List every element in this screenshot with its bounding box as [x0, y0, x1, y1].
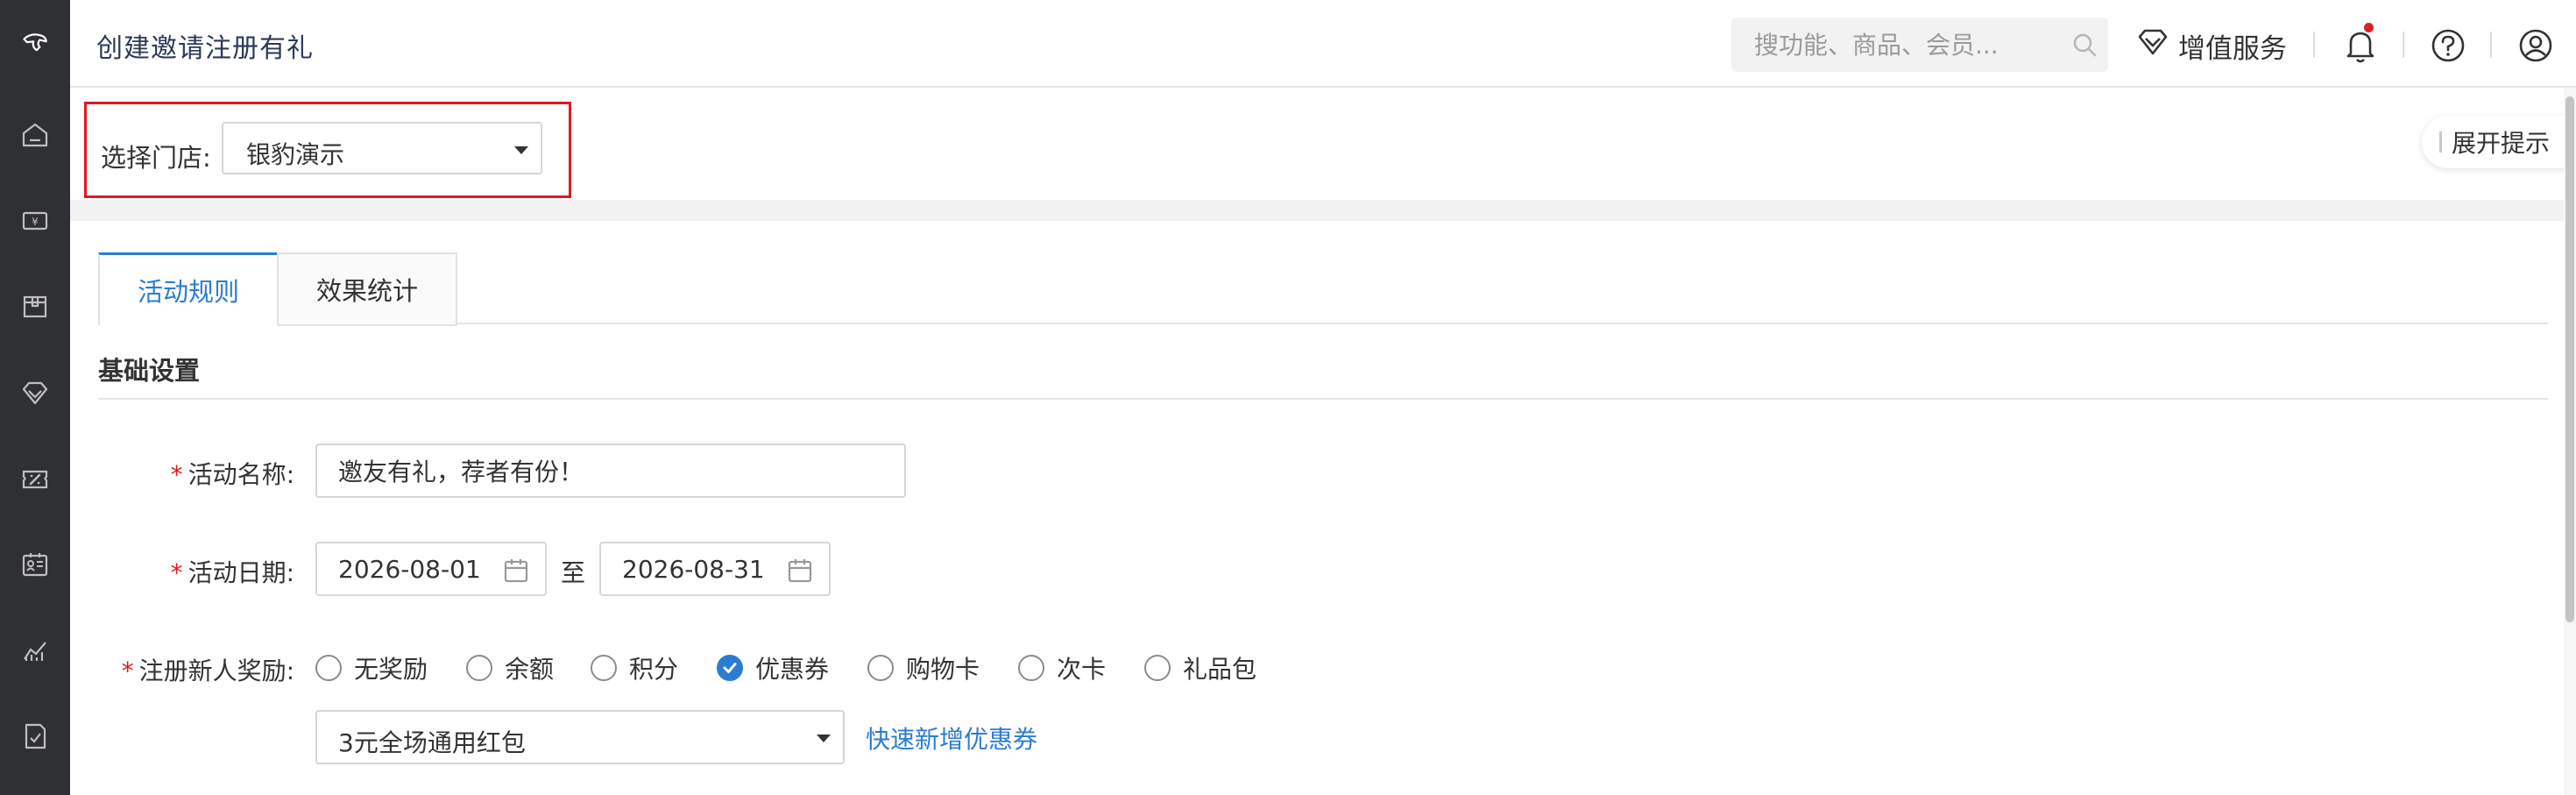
page-scrollbar[interactable] [2564, 88, 2576, 795]
store-selected-value: 银豹演示 [246, 140, 345, 169]
radio-times-card[interactable]: 次卡 [1018, 650, 1106, 685]
main-content: 活动规则 效果统计 基础设置 * 活动名称: 邀友有礼，荐者有份！ * 活动日期: … [70, 221, 2558, 795]
radio-points[interactable]: 积分 [591, 650, 678, 685]
expand-tips-label: 展开提示 [2452, 129, 2551, 158]
coupon-icon[interactable] [0, 444, 70, 514]
calendar-icon [788, 559, 812, 583]
tab-activity-rules[interactable]: 活动规则 [98, 252, 279, 326]
home-icon[interactable] [0, 100, 70, 170]
store-dropdown[interactable]: 银豹演示 [222, 122, 542, 174]
radio-circle [1018, 655, 1044, 681]
svg-text:¥: ¥ [32, 216, 39, 228]
activity-date-label: * 活动日期: [170, 558, 294, 587]
page-title: 创建邀请注册有礼 [96, 33, 314, 64]
store-label: 选择门店: [101, 143, 211, 173]
radio-shopping-card[interactable]: 购物卡 [867, 650, 980, 685]
box-icon[interactable] [0, 272, 70, 342]
activity-name-label: * 活动名称: [170, 460, 294, 489]
radio-balance[interactable]: 余额 [466, 650, 554, 685]
radio-circle [867, 655, 894, 681]
bell-icon[interactable] [2341, 23, 2380, 65]
value-service-label: 增值服务 [2178, 32, 2287, 65]
diamond-icon [2136, 27, 2169, 64]
app-root: ¥ 创建邀请注册有礼 搜功能、商品、会员... 增值服务 选择门店: 银豹演示 … [0, 0, 2576, 795]
radio-circle [315, 655, 342, 681]
member-card-icon[interactable] [0, 529, 70, 600]
end-date-value: 2026-08-31 [622, 554, 765, 584]
coupon-select[interactable]: 3元全场通用红包 [315, 710, 845, 764]
radio-coupon[interactable]: 优惠券 [717, 650, 829, 685]
sidebar: ¥ [0, 0, 70, 795]
radio-gift-pack[interactable]: 礼品包 [1144, 650, 1256, 685]
search-icon[interactable] [2060, 18, 2108, 72]
logo-icon[interactable] [0, 0, 70, 88]
end-date-input[interactable]: 2026-08-31 [599, 542, 831, 596]
radio-checked-icon [717, 655, 743, 681]
new-user-reward-label: * 注册新人奖励: [121, 657, 294, 685]
required-mark: * [170, 558, 183, 587]
header-divider [2313, 32, 2315, 58]
activity-name-input[interactable]: 邀友有礼，荐者有份！ [315, 444, 906, 498]
tips-handle-icon [2439, 131, 2442, 153]
store-selector: 选择门店: 银豹演示 [84, 102, 571, 198]
scrollbar-thumb[interactable] [2565, 96, 2574, 622]
cashier-icon[interactable]: ¥ [0, 186, 70, 256]
top-header: 创建邀请注册有礼 增值服务 [70, 0, 2576, 88]
quick-add-coupon-link[interactable]: 快速新增优惠券 [866, 720, 1037, 756]
required-mark: * [121, 657, 134, 685]
global-search[interactable] [1731, 18, 2108, 72]
value-service-button[interactable]: 增值服务 [2136, 25, 2287, 67]
section-title: 基础设置 [98, 356, 201, 386]
search-input[interactable] [1731, 30, 2060, 60]
header-divider [2490, 32, 2492, 58]
chevron-down-icon [514, 146, 528, 154]
help-icon[interactable] [2429, 26, 2467, 65]
start-date-input[interactable]: 2026-08-01 [315, 542, 547, 596]
section-divider [98, 398, 2548, 400]
required-mark: * [170, 460, 183, 489]
notification-badge [2364, 23, 2374, 32]
checklist-icon[interactable] [0, 701, 70, 771]
reward-radio-group: 无奖励 余额 积分 优惠券 购物卡 次卡 礼品包 [315, 650, 1542, 685]
user-avatar-icon[interactable] [2516, 26, 2555, 65]
radio-circle [1144, 655, 1171, 681]
radio-no-reward[interactable]: 无奖励 [315, 650, 428, 685]
diamond-icon[interactable] [0, 358, 70, 428]
expand-tips-button[interactable]: 展开提示 [2422, 116, 2576, 168]
radio-circle [466, 655, 492, 681]
calendar-icon [504, 559, 528, 583]
tab-bar: 活动规则 效果统计 [98, 252, 2548, 326]
date-range-to: 至 [561, 558, 586, 587]
section-separator [70, 200, 2576, 221]
radio-circle [591, 655, 617, 681]
store-bar: 选择门店: 银豹演示 展开提示 [70, 88, 2576, 200]
chevron-down-icon [817, 735, 831, 742]
coupon-selected-value: 3元全场通用红包 [338, 728, 526, 757]
tab-effect-stats[interactable]: 效果统计 [277, 252, 457, 326]
header-divider [2403, 32, 2404, 58]
chart-icon[interactable] [0, 615, 70, 685]
start-date-value: 2026-08-01 [338, 554, 481, 584]
